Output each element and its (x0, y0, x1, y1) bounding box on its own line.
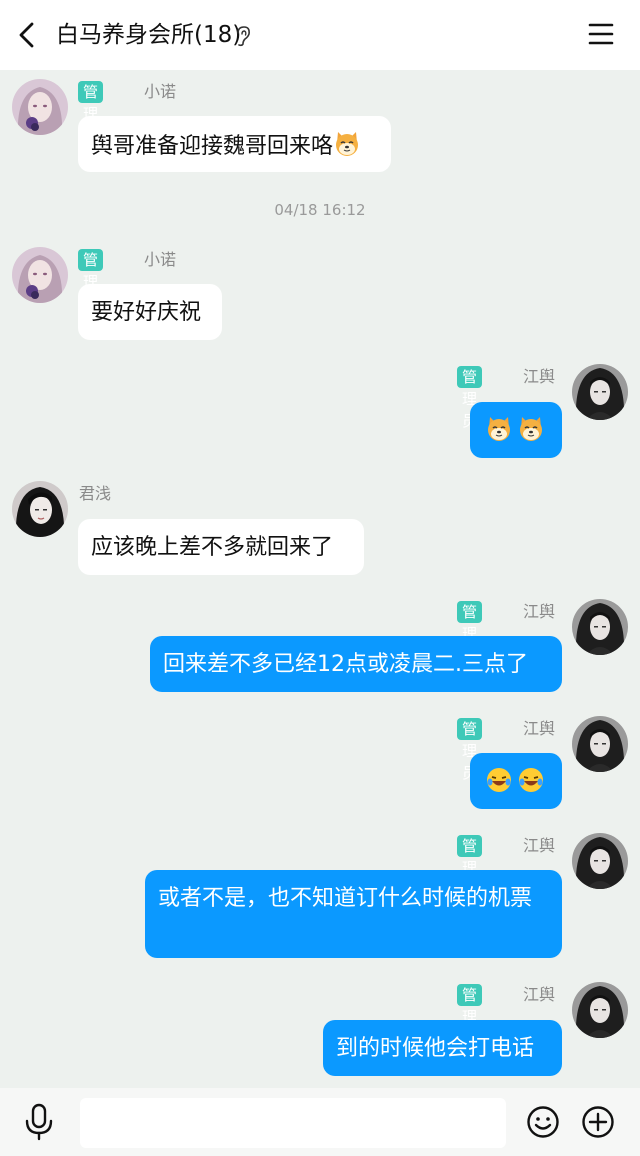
admin-badge: 管理员 (457, 601, 483, 665)
sender-name: 小诺 (144, 82, 177, 101)
avatar[interactable] (572, 716, 628, 772)
avatar[interactable] (572, 833, 628, 889)
message-bubble[interactable]: 应该晚上差不多就回来了 (78, 519, 364, 575)
avatar[interactable] (572, 982, 628, 1038)
input-bar (0, 1088, 640, 1156)
message-text: 或者不是，也不知道订什么时候的机票 (158, 886, 533, 911)
sender-name: 江舆 (523, 985, 556, 1004)
sender-name: 江舆 (523, 719, 556, 738)
sender-name: 江舆 (523, 367, 556, 386)
microphone-icon[interactable] (22, 1102, 56, 1142)
admin-badge: 管理员 (457, 718, 483, 782)
menu-icon[interactable] (588, 21, 614, 47)
message-bubble[interactable]: 到的时候他会打电话 (323, 1020, 562, 1076)
message-bubble[interactable]: 回来差不多已经12点或凌晨二.三点了 (150, 636, 562, 692)
admin-badge: 管理员 (457, 366, 483, 430)
plus-icon[interactable] (581, 1105, 615, 1139)
timestamp: 04/18 16:12 (274, 201, 366, 219)
doge-emoji (333, 130, 361, 158)
sender-name: 君浅 (79, 484, 112, 503)
message-text: 舆哥准备迎接魏哥回来咯 (91, 134, 334, 159)
sender-name: 江舆 (523, 836, 556, 855)
smile-icon[interactable] (526, 1105, 560, 1139)
laugh-emoji (517, 766, 545, 794)
avatar[interactable] (572, 364, 628, 420)
ear-icon[interactable] (234, 25, 252, 47)
message-text: 应该晚上差不多就回来了 (91, 535, 334, 560)
message-bubble[interactable]: 舆哥准备迎接魏哥回来咯 (78, 116, 391, 172)
admin-badge: 管理员 (78, 249, 104, 313)
admin-badge: 管理员 (457, 835, 483, 899)
doge-emoji (485, 415, 513, 443)
avatar[interactable] (12, 481, 68, 537)
message-bubble[interactable] (470, 753, 562, 809)
message-text: 回来差不多已经12点或凌晨二.三点了 (163, 652, 528, 677)
message-text: 到的时候他会打电话 (336, 1036, 535, 1061)
avatar[interactable] (12, 247, 68, 303)
message-bubble[interactable]: 或者不是，也不知道订什么时候的机票 (145, 870, 562, 958)
avatar[interactable] (12, 79, 68, 135)
avatar[interactable] (572, 599, 628, 655)
doge-emoji (517, 415, 545, 443)
chat-title: 白马养身会所(18) (56, 22, 242, 48)
message-text: 要好好庆祝 (91, 300, 202, 325)
chat-header: 白马养身会所(18) (0, 0, 640, 70)
message-input[interactable] (80, 1098, 506, 1148)
admin-badge: 管理员 (78, 81, 104, 145)
message-bubble[interactable]: 要好好庆祝 (78, 284, 222, 340)
back-arrow-icon[interactable] (14, 18, 44, 52)
message-bubble[interactable] (470, 402, 562, 458)
sender-name: 江舆 (523, 602, 556, 621)
laugh-emoji (485, 766, 513, 794)
admin-badge: 管理员 (457, 984, 483, 1048)
sender-name: 小诺 (144, 250, 177, 269)
